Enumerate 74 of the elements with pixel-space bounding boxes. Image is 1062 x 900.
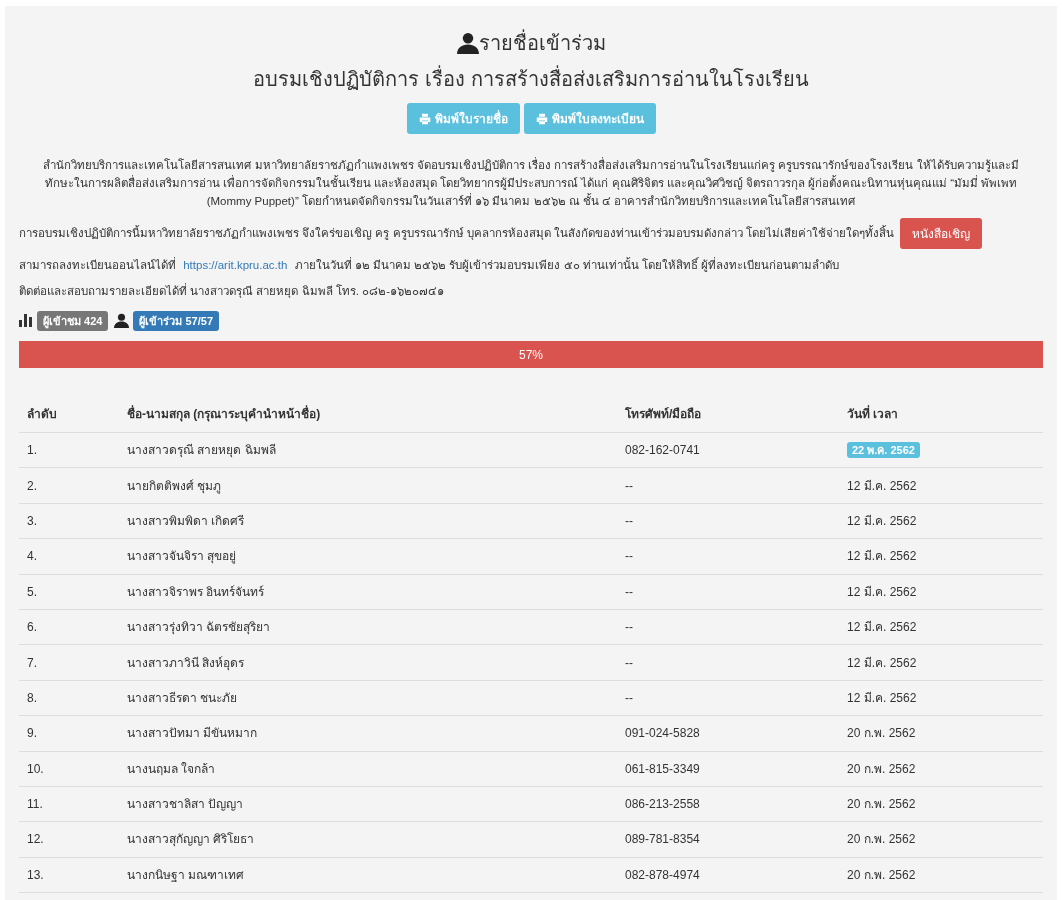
table-cell: นางสาวธีรดา ชนะภัย — [119, 680, 617, 716]
table-cell: -- — [617, 644, 839, 681]
table-cell: นางสาวสุกัญญา ศิริโยธา — [119, 821, 617, 858]
table-cell: 12 มี.ค. 2562 — [839, 503, 1043, 539]
table-cell: -- — [617, 680, 839, 716]
table-cell: 13. — [19, 857, 119, 893]
table-cell: นางกนิษฐา มณฑาเทศ — [119, 857, 617, 893]
table-cell: 061-815-3349 — [617, 751, 839, 787]
table-cell: 5. — [19, 574, 119, 610]
table-cell: -- — [617, 609, 839, 645]
table-cell: 4. — [19, 538, 119, 575]
registration-text: สามารถลงทะเบียนออนไลน์ได้ที่ https://arit.kpru.ac.th ภายในวันที่ ๑๒ มีนาคม ๒๕๖๒ รับผู้เข้าร่วมอบรมเพียง ๕๐ ท่านเท่านั้น โดยให้สิทธิ์ ผู้ที่ลงทะเบียนก่อนตามลำดับ — [19, 257, 841, 274]
progress-bar: 57% — [19, 341, 1043, 368]
table-cell: 082-878-4974 — [617, 857, 839, 893]
print-button[interactable]: พิมพ์ใบลงทะเบียน — [523, 103, 656, 134]
table-cell: -- — [617, 574, 839, 610]
table-cell: 089-781-8354 — [617, 821, 839, 858]
table-cell: -- — [617, 538, 839, 575]
table-cell: 20 ก.พ. 2562 — [839, 751, 1043, 787]
user-icon — [114, 313, 130, 329]
date-badge: 22 พ.ค. 2562 — [847, 442, 920, 459]
registration-link[interactable]: https://arit.kpru.ac.th — [183, 259, 288, 271]
table-cell: -- — [617, 467, 839, 504]
table-cell: นางสาวปัทมา มีขันหมาก — [119, 715, 617, 751]
table-cell: นางสาวรุ่งทิวา ฉัตรชัยสุริยา — [119, 609, 617, 645]
table-cell: 12 มี.ค. 2562 — [839, 574, 1043, 610]
column-header: ชื่อ-นามสกุล (กรุณาระบุคำนำหน้าชื่อ) — [119, 396, 617, 433]
table-cell: 1. — [19, 432, 119, 468]
user-icon — [456, 32, 479, 54]
printer-icon — [418, 112, 431, 125]
table-cell: นางสาวจิราพร อินทร์จันทร์ — [119, 574, 617, 610]
printer-icon — [535, 112, 548, 125]
table-cell: 3. — [19, 503, 119, 539]
page-title: รายชื่อเข้าร่วม — [478, 28, 606, 58]
table-cell: 082-162-0741 — [617, 432, 839, 468]
column-header: โทรศัพท์/มือถือ — [617, 396, 839, 433]
table-cell: 12 มี.ค. 2562 — [839, 538, 1043, 575]
table-cell: 20 ก.พ. 2562 — [839, 857, 1043, 893]
table-cell: นางสาวดรุณี สายหยุด ฉิมพลี — [119, 432, 617, 468]
table-cell: 12 มี.ค. 2562 — [839, 680, 1043, 716]
table-cell: นางสาวชาลิสา ปัญญา — [119, 786, 617, 822]
contact-text: ติดต่อและสอบถามรายละเอียดได้ที่ นางสาวดรุณี สายหยุด ฉิมพลี โทร. ๐๘๒-๑๖๒๐๗๔๑ — [19, 283, 445, 300]
print-button[interactable]: พิมพ์ใบรายชื่อ — [406, 103, 520, 134]
table-cell: -- — [617, 503, 839, 539]
table-cell: 10. — [19, 751, 119, 787]
count-badge: ผู้เข้าร่วม 57/57 — [133, 310, 219, 331]
table-cell: 20 ก.พ. 2562 — [839, 715, 1043, 751]
count-badge: ผู้เข้าชม 424 — [37, 310, 109, 331]
table-cell: 086-213-2558 — [617, 786, 839, 822]
page-subtitle: อบรมเชิงปฏิบัติการ เรื่อง การสร้างสื่อส่งเสริมการอ่านในโรงเรียน — [253, 64, 809, 94]
table-cell: นางสาวพิมพิดา เกิดศรี — [119, 503, 617, 539]
table-cell: 091-024-5828 — [617, 715, 839, 751]
table-cell: 12 มี.ค. 2562 — [839, 609, 1043, 645]
table-cell: นางนฤมล ใจกล้า — [119, 751, 617, 787]
table-cell: 12. — [19, 821, 119, 858]
table-cell: 2. — [19, 467, 119, 504]
table-cell: 20 ก.พ. 2562 — [839, 821, 1043, 858]
table-cell: 8. — [19, 680, 119, 716]
invitation-button[interactable]: หนังสือเชิญ — [900, 218, 983, 249]
table-cell: นางสาวภาวินี สิงห์อุดร — [119, 644, 617, 681]
table-cell: 20 ก.พ. 2562 — [839, 786, 1043, 822]
column-header: ลำดับ — [19, 396, 119, 433]
invitation-text: การอบรมเชิงปฏิบัติการนี้มหาวิทยาลัยราชภัฏกำแพงเพชร จึงใคร่ขอเชิญ ครู ครูบรรณารักษ์ บุคลากรห้องสมุด ในสังกัดของท่านเข้าร่วมอบรมดังกล่าว โดยไม่เสียค่าใช้จ่ายใดๆทั้งสิ้น — [19, 224, 895, 242]
table-cell: 11. — [19, 786, 119, 822]
intro-paragraph: สำนักวิทยบริการและเทคโนโลยีสารสนเทศ มหาวิทยาลัยราชภัฏกำแพงเพชร จัดอบรมเชิงปฏิบัติการ เรื่อง การสร้างสื่อส่งเสริมการอ่านในโรงเรียนแก่ครู ครูบรรณารักษ์ของโรงเรียน ให้ได้รับความรู้และมีทักษะในการผลิตสื่อส่งเสริมการอ่าน เพื่อการจัดกิจกรรมในชั้นเรียน และห้องสมุด โดยวิทยากรผู้มีประสบการณ์ ได้แก่ คุณศิริจิตร และคุณวิศวิชญ์ จิตรถาวรกุล ผู้ก่อตั้งคณะนิทานหุ่นคุณแม่ “มัมมี่ พัพเพท (Mommy Puppet)” โดยกำหนดจัดกิจกรรมในวันเสาร์ที่ ๑๖ มีนาคม ๒๕๖๒ ณ ชั้น ๔ อาคารสำนักวิทยบริการและเทคโนโลยีสารสนเทศ — [42, 156, 1020, 209]
table-cell: 12 มี.ค. 2562 — [839, 644, 1043, 681]
table-cell: นางสาวจันจิรา สุขอยู่ — [119, 538, 617, 575]
table-cell: 9. — [19, 715, 119, 751]
column-header: วันที่ เวลา — [839, 396, 1043, 433]
table-cell: 12 มี.ค. 2562 — [839, 467, 1043, 504]
bar-chart-icon — [19, 314, 33, 328]
table-cell: 6. — [19, 609, 119, 645]
table-cell: 7. — [19, 644, 119, 681]
table-cell: นายกิตติพงศ์ ชุมภู — [119, 467, 617, 504]
